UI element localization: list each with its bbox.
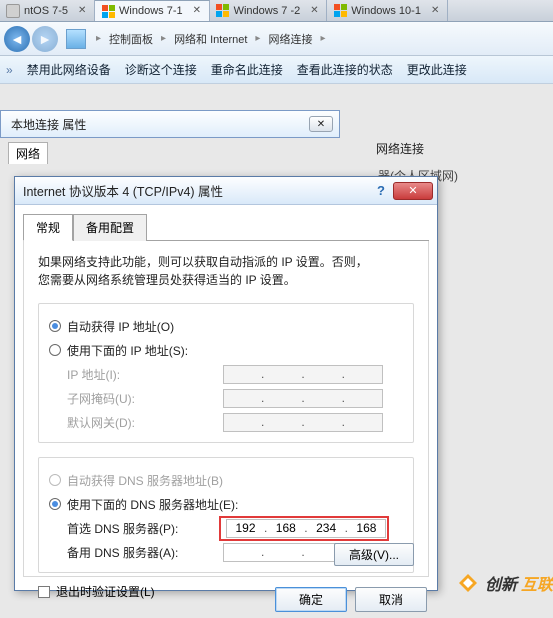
toolbar-status[interactable]: 查看此连接的状态 <box>297 61 393 78</box>
breadcrumb-control-panel[interactable]: 控制面板 <box>107 29 155 49</box>
tab-label: Windows 7 -2 <box>234 5 301 17</box>
network-connections-icon <box>66 29 86 49</box>
preferred-dns-field[interactable]: 192. 168. 234. 168 <box>226 519 386 538</box>
chevron-right-icon: ▸ <box>320 33 325 44</box>
tab-label: Windows 7-1 <box>119 5 183 17</box>
windows-icon <box>333 4 347 18</box>
windows-icon <box>101 4 115 18</box>
toolbar-disable-device[interactable]: 禁用此网络设备 <box>27 61 111 78</box>
toolbar-rename[interactable]: 重命名此连接 <box>211 61 283 78</box>
validate-on-exit-checkbox[interactable]: 退出时验证设置(L) <box>38 583 414 600</box>
tab-label: ntOS 7-5 <box>24 5 68 17</box>
radio-auto-dns: 自动获得 DNS 服务器地址(B) <box>49 468 403 492</box>
checkbox-label: 退出时验证设置(L) <box>56 583 155 600</box>
gateway-label: 默认网关(D): <box>49 414 219 431</box>
breadcrumb: ▸ 控制面板 ▸ 网络和 Internet ▸ 网络连接 ▸ <box>92 29 329 49</box>
vm-tab-win7-2[interactable]: Windows 7 -2 ✕ <box>210 0 328 21</box>
close-icon[interactable]: ✕ <box>310 6 320 16</box>
radio-label: 使用下面的 IP 地址(S): <box>67 342 188 359</box>
ip-settings-group: 自动获得 IP 地址(O) 使用下面的 IP 地址(S): IP 地址(I): … <box>38 303 414 443</box>
ipv4-properties-dialog: Internet 协议版本 4 (TCP/IPv4) 属性 ? ✕ 常规 备用配… <box>14 176 438 591</box>
vm-tab-win7-1[interactable]: Windows 7-1 ✕ <box>95 0 210 21</box>
advanced-button[interactable]: 高级(V)... <box>334 543 414 566</box>
dialog-title: Internet 协议版本 4 (TCP/IPv4) 属性 <box>23 181 223 200</box>
local-connection-properties-title: 本地连接 属性 ✕ <box>0 110 340 138</box>
radio-manual-ip[interactable]: 使用下面的 IP 地址(S): <box>49 338 403 362</box>
toolbar-diagnose[interactable]: 诊断这个连接 <box>125 61 197 78</box>
radio-label: 使用下面的 DNS 服务器地址(E): <box>67 496 238 513</box>
menu-chevron-icon[interactable]: » <box>6 63 13 77</box>
radio-label: 自动获得 DNS 服务器地址(B) <box>67 472 223 489</box>
subnet-mask-label: 子网掩码(U): <box>49 390 219 407</box>
chevron-right-icon: ▸ <box>96 33 101 44</box>
radio-label: 自动获得 IP 地址(O) <box>67 318 174 335</box>
help-button[interactable]: ? <box>371 182 391 200</box>
gateway-field: ... <box>223 413 383 432</box>
windows-icon <box>216 4 230 18</box>
breadcrumb-network-connections[interactable]: 网络连接 <box>266 29 314 49</box>
toolbar-change[interactable]: 更改此连接 <box>407 61 467 78</box>
preferred-dns-label: 首选 DNS 服务器(P): <box>49 520 219 537</box>
vm-tab-centos[interactable]: ntOS 7-5 ✕ <box>0 0 95 21</box>
checkbox-icon <box>38 586 50 598</box>
tab-network[interactable]: 网络 <box>8 142 48 164</box>
vm-tab-win10-1[interactable]: Windows 10-1 ✕ <box>327 0 448 21</box>
watermark: 创新互联 <box>455 570 553 596</box>
chevron-right-icon: ▸ <box>255 33 260 44</box>
close-button[interactable]: ✕ <box>393 182 433 200</box>
command-toolbar: » 禁用此网络设备 诊断这个连接 重命名此连接 查看此连接的状态 更改此连接 <box>0 56 553 84</box>
radio-auto-ip[interactable]: 自动获得 IP 地址(O) <box>49 314 403 338</box>
close-button[interactable]: ✕ <box>309 116 333 132</box>
chevron-right-icon: ▸ <box>161 33 166 44</box>
back-button[interactable]: ◄ <box>4 26 30 52</box>
tab-label: Windows 10-1 <box>351 5 421 17</box>
tab-alternate[interactable]: 备用配置 <box>73 214 147 241</box>
centos-icon <box>6 4 20 18</box>
watermark-text-2: 互联 <box>521 571 553 595</box>
subnet-mask-field: ... <box>223 389 383 408</box>
ip-address-field: ... <box>223 365 383 384</box>
close-icon[interactable]: ✕ <box>78 6 88 16</box>
network-connection-label: 网络连接 <box>376 140 424 157</box>
vm-tab-bar: ntOS 7-5 ✕ Windows 7-1 ✕ Windows 7 -2 ✕ … <box>0 0 553 22</box>
alternate-dns-label: 备用 DNS 服务器(A): <box>49 544 219 561</box>
nav-bar: ◄ ► ▸ 控制面板 ▸ 网络和 Internet ▸ 网络连接 ▸ <box>0 22 553 56</box>
watermark-icon <box>455 570 481 596</box>
radio-manual-dns[interactable]: 使用下面的 DNS 服务器地址(E): <box>49 492 403 516</box>
close-icon[interactable]: ✕ <box>193 6 203 16</box>
description-text: 如果网络支持此功能，则可以获取自动指派的 IP 设置。否则， 您需要从网络系统管… <box>38 253 414 289</box>
forward-button[interactable]: ► <box>32 26 58 52</box>
ip-address-label: IP 地址(I): <box>49 366 219 383</box>
breadcrumb-network-internet[interactable]: 网络和 Internet <box>172 29 249 49</box>
dialog-title-bar[interactable]: Internet 协议版本 4 (TCP/IPv4) 属性 ? ✕ <box>15 177 437 205</box>
watermark-text-1: 创新 <box>485 571 517 595</box>
close-icon[interactable]: ✕ <box>431 6 441 16</box>
tab-general[interactable]: 常规 <box>23 214 73 241</box>
dialog-tabs: 常规 备用配置 <box>23 213 429 241</box>
title-text: 本地连接 属性 <box>11 116 86 133</box>
